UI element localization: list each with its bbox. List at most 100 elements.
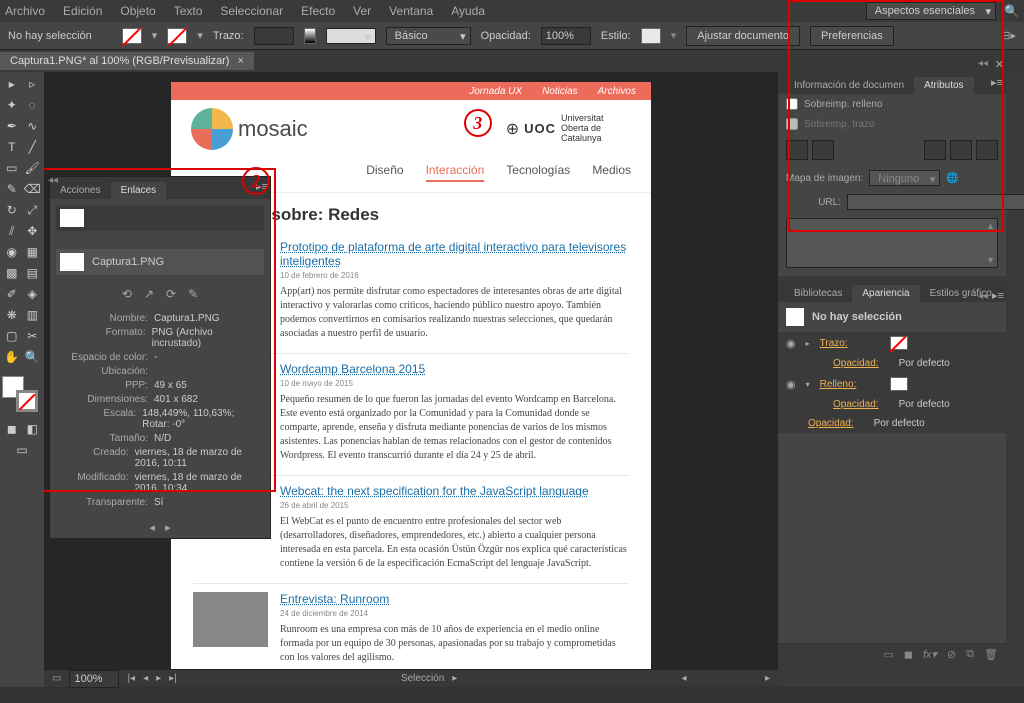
- adjust-document-button[interactable]: Ajustar documento: [686, 26, 800, 46]
- slice-tool[interactable]: ✂: [23, 326, 43, 346]
- appearance-opacity-row[interactable]: Opacidad: Por defecto: [778, 395, 1006, 414]
- stroke-swatch[interactable]: [167, 28, 187, 44]
- hide-center-icon[interactable]: [950, 140, 972, 160]
- pen-tool[interactable]: ✒: [2, 116, 22, 136]
- panel-menu-icon[interactable]: ▸≡: [991, 76, 1003, 89]
- paintbrush-tool[interactable]: 🖌: [23, 158, 43, 178]
- menu-efecto[interactable]: Efecto: [301, 4, 335, 18]
- fill-swatch[interactable]: [890, 377, 908, 391]
- direct-selection-tool[interactable]: ▹: [23, 74, 43, 94]
- fill-stroke-control[interactable]: [2, 376, 38, 412]
- magic-wand-tool[interactable]: ✦: [2, 95, 22, 115]
- browser-icon[interactable]: 🌐: [946, 173, 958, 184]
- fill-swatch[interactable]: [122, 28, 142, 44]
- perspective-tool[interactable]: ▦: [23, 242, 43, 262]
- stroke-color-box[interactable]: [16, 390, 38, 412]
- clear-icon[interactable]: ⊘: [947, 648, 956, 661]
- tab-atributos[interactable]: Atributos: [914, 77, 973, 94]
- tab-enlaces[interactable]: Enlaces: [111, 182, 167, 199]
- next-link-icon[interactable]: ▸: [165, 521, 171, 534]
- type-tool[interactable]: T: [2, 137, 22, 157]
- fill-rule-evenodd-icon[interactable]: [812, 140, 834, 160]
- new-stroke-icon[interactable]: ▭: [883, 648, 893, 661]
- shape-builder-tool[interactable]: ◉: [2, 242, 22, 262]
- link-item[interactable]: [56, 205, 264, 231]
- panel-menu-icon[interactable]: ▸≡: [992, 289, 1004, 302]
- mesh-tool[interactable]: ▩: [2, 263, 22, 283]
- rectangle-tool[interactable]: ▭: [2, 158, 22, 178]
- overprint-fill-checkbox[interactable]: [786, 98, 798, 110]
- appearance-opacity-row[interactable]: Opacidad: Por defecto: [778, 354, 1006, 373]
- duplicate-icon[interactable]: ⧉: [966, 648, 974, 661]
- close-icon[interactable]: ×: [237, 55, 243, 67]
- stroke-swatch[interactable]: [890, 336, 908, 350]
- stroke-profile[interactable]: [326, 28, 376, 44]
- appearance-opacity-row[interactable]: Opacidad: Por defecto: [778, 414, 1006, 433]
- menu-archivo[interactable]: Archivo: [5, 4, 45, 18]
- edit-original-icon[interactable]: ✎: [188, 287, 198, 301]
- shaper-tool[interactable]: ✎: [2, 179, 22, 199]
- menu-ver[interactable]: Ver: [353, 4, 371, 18]
- visibility-icon[interactable]: ◉: [786, 378, 796, 391]
- goto-link-icon[interactable]: ↗: [144, 287, 154, 301]
- tab-doc-info[interactable]: Información de documen: [784, 77, 914, 94]
- reverse-path-icon[interactable]: [976, 140, 998, 160]
- rotate-tool[interactable]: ↻: [2, 200, 22, 220]
- panel-pin-icon[interactable]: ⊟▸: [1001, 29, 1016, 42]
- delete-icon[interactable]: 🗑: [984, 648, 998, 661]
- collapse-icon[interactable]: ◂◂: [48, 175, 58, 186]
- new-fill-icon[interactable]: ◼: [904, 648, 913, 661]
- visibility-icon[interactable]: ◉: [786, 337, 796, 350]
- show-center-icon[interactable]: [924, 140, 946, 160]
- menu-ayuda[interactable]: Ayuda: [451, 4, 485, 18]
- gradient-tool[interactable]: ▤: [23, 263, 43, 283]
- link-item[interactable]: Captura1.PNG: [56, 249, 264, 275]
- color-mode-icon[interactable]: ◼: [2, 419, 22, 439]
- tab-acciones[interactable]: Acciones: [50, 182, 111, 199]
- menu-seleccionar[interactable]: Seleccionar: [220, 4, 283, 18]
- tab-estilos[interactable]: Estilos gráfico: [920, 285, 1002, 302]
- tab-bibliotecas[interactable]: Bibliotecas: [784, 285, 852, 302]
- brush-def-icon[interactable]: [304, 28, 316, 44]
- fill-rule-nonzero-icon[interactable]: [786, 140, 808, 160]
- scale-tool[interactable]: ⤢: [23, 200, 43, 220]
- image-map-dropdown[interactable]: Ninguno: [869, 170, 940, 186]
- preferences-button[interactable]: Preferencias: [810, 26, 894, 46]
- prev-link-icon[interactable]: ◂: [149, 521, 155, 534]
- workspace-switcher[interactable]: Aspectos esenciales: [866, 2, 996, 20]
- search-icon[interactable]: 🔍: [1004, 4, 1019, 18]
- document-tab[interactable]: Captura1.PNG* al 100% (RGB/Previsualizar…: [0, 52, 254, 70]
- url-input[interactable]: [847, 194, 1024, 210]
- lasso-tool[interactable]: ◌: [23, 95, 43, 115]
- first-icon[interactable]: |◂: [127, 673, 135, 684]
- blend-tool[interactable]: ◈: [23, 284, 43, 304]
- hand-tool[interactable]: ✋: [2, 347, 22, 367]
- appearance-stroke-row[interactable]: ◉ ▸ Trazo:: [778, 332, 1006, 354]
- selection-tool[interactable]: ▸: [2, 74, 22, 94]
- last-icon[interactable]: ▸|: [169, 673, 177, 684]
- artboard-nav-icon[interactable]: ▭: [52, 673, 61, 684]
- opacity-input[interactable]: [541, 27, 591, 45]
- width-tool[interactable]: ⫽: [2, 221, 22, 241]
- graphic-style-swatch[interactable]: [641, 28, 661, 44]
- prev-icon[interactable]: ◂: [143, 673, 148, 684]
- menu-edicion[interactable]: Edición: [63, 4, 102, 18]
- close-panel-icon[interactable]: ✕: [995, 58, 1004, 71]
- artboard-tool[interactable]: ▢: [2, 326, 22, 346]
- menu-ventana[interactable]: Ventana: [389, 4, 433, 18]
- free-transform-tool[interactable]: ✥: [23, 221, 43, 241]
- eyedropper-tool[interactable]: ✐: [2, 284, 22, 304]
- menu-objeto[interactable]: Objeto: [120, 4, 155, 18]
- appearance-fill-row[interactable]: ◉ ▾ Relleno:: [778, 373, 1006, 395]
- curvature-tool[interactable]: ∿: [23, 116, 43, 136]
- gradient-mode-icon[interactable]: ◧: [23, 419, 43, 439]
- menu-texto[interactable]: Texto: [174, 4, 203, 18]
- graph-tool[interactable]: ▥: [23, 305, 43, 325]
- stroke-weight-input[interactable]: [254, 27, 294, 45]
- zoom-tool[interactable]: 🔍: [23, 347, 43, 367]
- collapse-icon[interactable]: ◂◂: [978, 291, 988, 302]
- tab-apariencia[interactable]: Apariencia: [852, 285, 919, 302]
- overprint-stroke-checkbox[interactable]: [786, 118, 798, 130]
- eraser-tool[interactable]: ⌫: [23, 179, 43, 199]
- line-tool[interactable]: ╱: [23, 137, 43, 157]
